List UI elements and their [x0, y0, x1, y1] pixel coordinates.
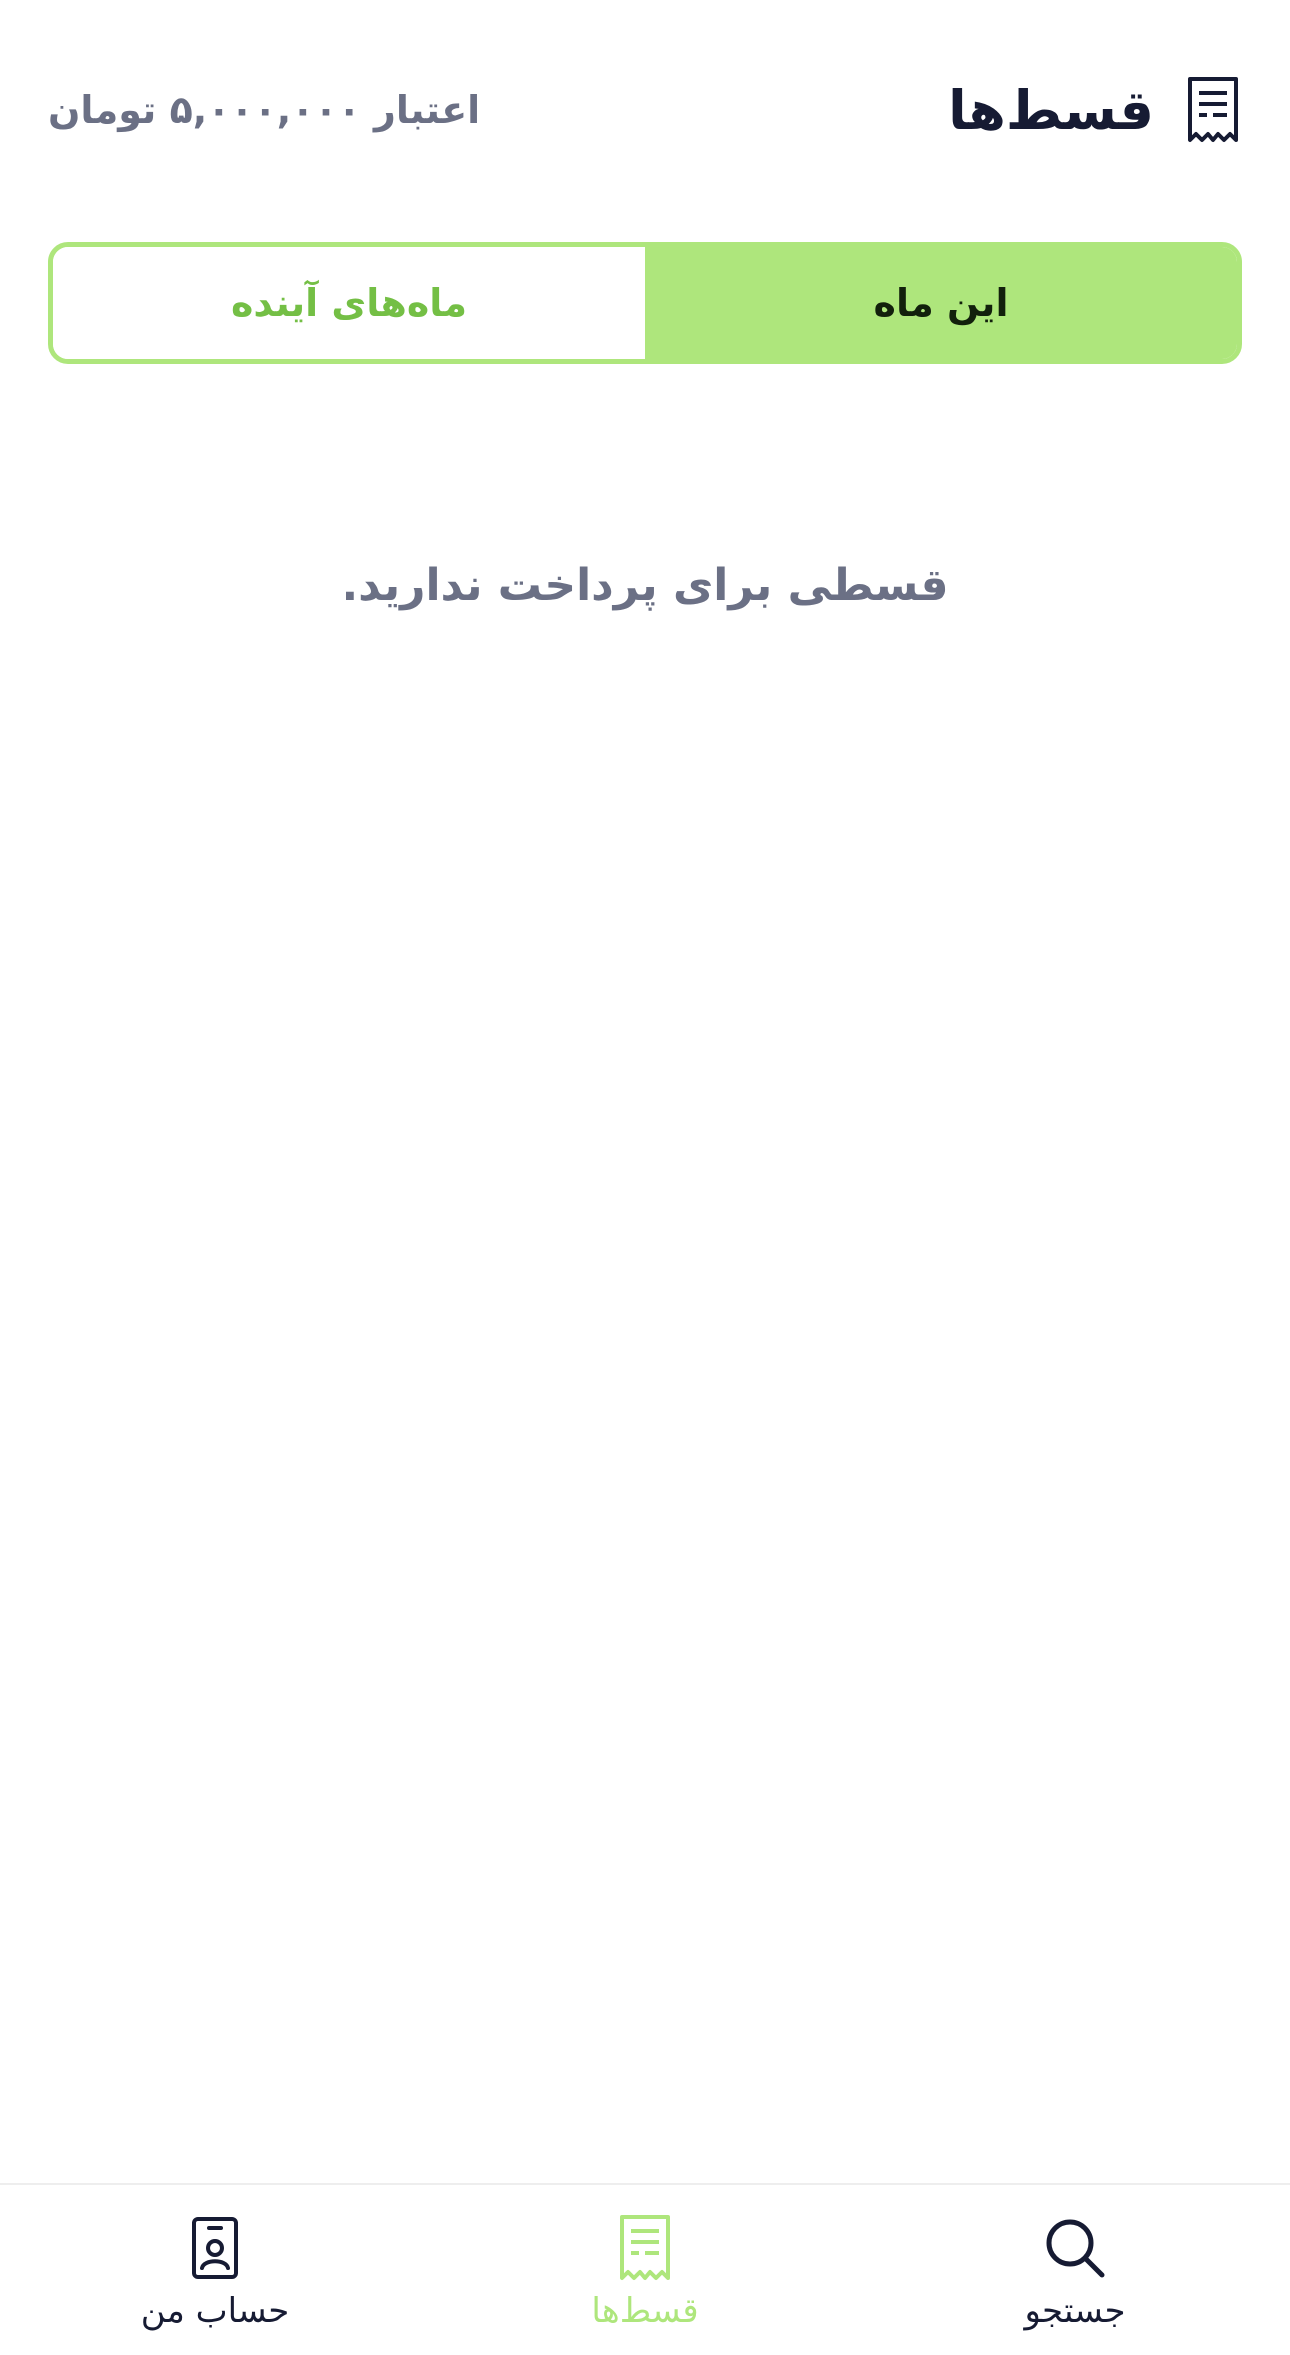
tab-this-month[interactable]: این ماه — [645, 247, 1237, 359]
nav-label-my-account: حساب من — [140, 2291, 290, 2331]
page-title: قسط‌ها — [948, 78, 1154, 142]
header: قسط‌ها اعتبار ۵,۰۰۰,۰۰۰ تومان — [48, 60, 1242, 160]
nav-label-search: جستجو — [1024, 2291, 1126, 2331]
search-icon — [1040, 2213, 1110, 2283]
nav-item-search[interactable]: جستجو — [860, 2185, 1290, 2355]
nav-item-installments[interactable]: قسط‌ها — [430, 2185, 860, 2355]
credit-balance: اعتبار ۵,۰۰۰,۰۰۰ تومان — [48, 88, 481, 132]
period-tabs: این ماه ماه‌های آینده — [48, 242, 1242, 364]
empty-state-message: قسطی برای پرداخت ندارید. — [341, 560, 949, 611]
receipt-icon — [610, 2213, 680, 2283]
receipt-icon — [1184, 75, 1242, 145]
installments-screen: قسط‌ها اعتبار ۵,۰۰۰,۰۰۰ تومان این ماه ما… — [0, 0, 1290, 2355]
nav-label-installments: قسط‌ها — [591, 2291, 699, 2331]
tab-upcoming-months[interactable]: ماه‌های آینده — [53, 247, 645, 359]
nav-item-my-account[interactable]: حساب من — [0, 2185, 430, 2355]
id-badge-icon — [180, 2213, 250, 2283]
bottom-navigation: حساب من قسط‌ها جستجو — [0, 2183, 1290, 2355]
header-title-group: قسط‌ها — [948, 75, 1242, 145]
